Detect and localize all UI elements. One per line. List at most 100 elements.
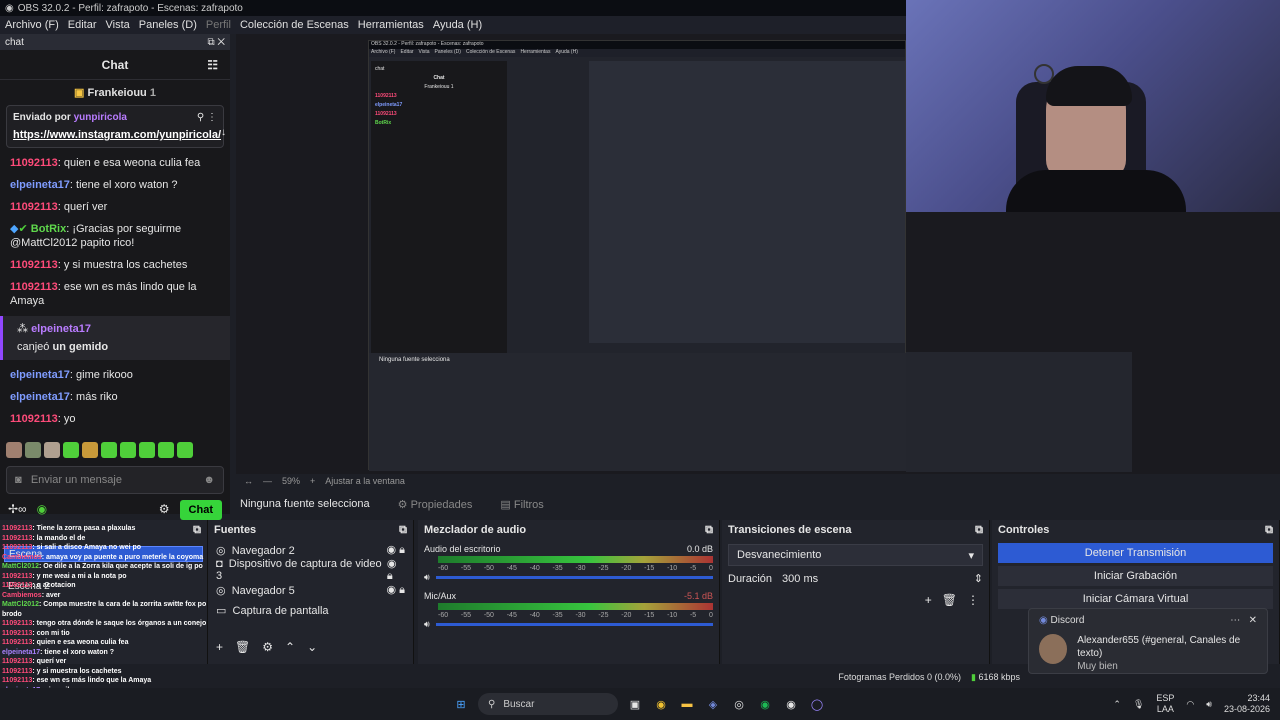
msg-user[interactable]: 11092113 (10, 157, 58, 169)
source-item[interactable]: ▭ Captura de pantalla (208, 600, 413, 620)
close-icon[interactable]: ✕ (1249, 615, 1257, 626)
spotify-icon[interactable]: ◉ (756, 695, 774, 713)
dock-float-icon[interactable]: ⧉ (705, 524, 713, 537)
emote-icon[interactable] (101, 442, 117, 458)
chevron-up-icon[interactable]: ⌃ (1113, 699, 1121, 710)
more-icon[interactable]: ⋯ (1230, 615, 1240, 626)
msg-user[interactable]: elpeineta17 (10, 179, 70, 191)
pinned-user[interactable]: yunpiricola (74, 112, 127, 123)
settings-gear-icon[interactable]: ⚙ (159, 502, 170, 516)
menu-coleccion[interactable]: Colección de Escenas (240, 19, 349, 31)
points-icon[interactable]: ✢∞ (8, 502, 27, 516)
menu-herramientas[interactable]: Herramientas (358, 19, 424, 31)
chevron-down-icon[interactable]: ↓ (221, 127, 226, 138)
more-icon[interactable]: ⋮ (967, 593, 979, 607)
msg-user[interactable]: 11092113 (10, 281, 58, 293)
folder-icon[interactable]: ▬ (678, 695, 696, 713)
kick-icon[interactable]: ◉ (37, 502, 47, 516)
speaker-icon[interactable]: 🔊︎ (424, 619, 430, 630)
menu-paneles[interactable]: Paneles (D) (139, 19, 197, 31)
chrome-icon[interactable]: ◉ (652, 695, 670, 713)
dock-float-icon[interactable]: ⧉ (1265, 524, 1273, 537)
down-icon[interactable]: ⌄ (307, 640, 317, 654)
more-icon[interactable]: ⋮ (207, 112, 217, 123)
menu-perfil[interactable]: Perfil (206, 19, 231, 31)
trash-icon[interactable]: 🗑︎ (942, 593, 957, 607)
transition-select[interactable]: Desvanecimiento ▾ (728, 544, 983, 566)
volume-slider[interactable] (435, 576, 713, 579)
stop-stream-button[interactable]: Detener Transmisión (998, 543, 1273, 563)
msg-user[interactable]: 11092113 (10, 201, 58, 213)
duration-input[interactable]: 300 ms (782, 573, 964, 585)
msg-user[interactable]: 11092113 (10, 413, 58, 425)
lock-icon[interactable]: 🔒︎ (399, 544, 405, 556)
trash-icon[interactable]: 🗑︎ (235, 640, 250, 654)
dock-float-icon[interactable]: ⧉ (399, 524, 407, 537)
emote-icon[interactable] (6, 442, 22, 458)
eye-icon[interactable]: ◉ (387, 558, 397, 570)
start-recording-button[interactable]: Iniciar Grabación (998, 566, 1273, 586)
pin-icon[interactable]: ⚲ (197, 112, 204, 123)
mic-icon[interactable]: 🎙︎ (1133, 699, 1144, 710)
emote-icon[interactable] (25, 442, 41, 458)
add-icon[interactable]: + (216, 640, 223, 654)
lock-icon[interactable]: 🔒︎ (387, 570, 393, 582)
emote-icon[interactable] (120, 442, 136, 458)
language-indicator[interactable]: ESP LAA (1156, 693, 1174, 715)
start-virtual-cam-button[interactable]: Iniciar Cámara Virtual (998, 589, 1273, 609)
volume-slider[interactable] (435, 623, 713, 626)
fit-window[interactable]: Ajustar a la ventana (325, 476, 405, 486)
emoji-icon[interactable]: ☻ (203, 474, 215, 486)
zoom-plus[interactable]: + (310, 476, 315, 486)
wifi-icon[interactable]: ◠ (1186, 699, 1194, 710)
menu-vista[interactable]: Vista (106, 19, 130, 31)
scene-item[interactable]: Escena (4, 546, 203, 562)
emote-icon[interactable] (158, 442, 174, 458)
task-view-icon[interactable]: ▣ (626, 695, 644, 713)
menu-archivo[interactable]: Archivo (F) (5, 19, 59, 31)
msg-user[interactable]: elpeineta17 (10, 369, 70, 381)
redeem-user[interactable]: elpeineta17 (31, 323, 91, 335)
emote-icon[interactable] (82, 442, 98, 458)
pinned-link[interactable]: https://www.instagram.com/yunpiricola/ (13, 129, 221, 141)
dock-float-icon[interactable]: ⧉ (193, 524, 201, 537)
discord-notification[interactable]: ◉ Discord ⋯ ✕ Alexander655 (#general, Can… (1028, 608, 1268, 674)
zoom-minus[interactable]: — (263, 476, 272, 486)
msg-user[interactable]: 11092113 (10, 259, 58, 271)
obs-app-icon[interactable]: ◉ (782, 695, 800, 713)
emote-icon[interactable] (177, 442, 193, 458)
volume-icon[interactable]: 🔊︎ (1206, 699, 1212, 710)
users-icon[interactable]: ☷ (207, 58, 218, 72)
emote-icon[interactable] (44, 442, 60, 458)
discord-app-icon[interactable]: ◈ (704, 695, 722, 713)
menu-editar[interactable]: Editar (68, 19, 97, 31)
lock-icon[interactable]: 🔒︎ (399, 584, 405, 596)
chat-send-button[interactable]: Chat (179, 500, 222, 520)
chat-input[interactable]: ◙ Enviar un mensaje ☻ (6, 466, 224, 494)
up-icon[interactable]: ⌃ (285, 640, 295, 654)
scene-item[interactable]: Escena 2 (4, 578, 203, 594)
dock-float-icon[interactable]: ⧉ (975, 524, 983, 537)
emote-icon[interactable] (63, 442, 79, 458)
properties-button[interactable]: Propiedades (411, 499, 473, 511)
taskbar-search[interactable]: ⚲ Buscar (478, 693, 618, 715)
source-item[interactable]: ◎ Navegador 2 ◉ 🔒︎ (208, 540, 413, 560)
steam-icon[interactable]: ◎ (730, 695, 748, 713)
source-item[interactable]: ◎ Navegador 5 ◉ 🔒︎ (208, 580, 413, 600)
speaker-icon[interactable]: 🔊︎ (424, 572, 430, 583)
eye-icon[interactable]: ◉ (386, 584, 396, 596)
arrows-icon[interactable]: ↔ (244, 476, 253, 486)
add-icon[interactable]: + (925, 593, 932, 607)
msg-user[interactable]: BotRix (31, 223, 66, 235)
filters-button[interactable]: Filtros (514, 499, 544, 511)
clock[interactable]: 23:44 23-08-2026 (1224, 693, 1270, 715)
stepper-icon[interactable]: ⇕ (974, 572, 983, 585)
emote-icon[interactable] (139, 442, 155, 458)
eye-icon[interactable]: ◉ (386, 544, 396, 556)
windows-start-icon[interactable]: ⊞ (452, 695, 470, 713)
menu-ayuda[interactable]: Ayuda (H) (433, 19, 482, 31)
msg-user[interactable]: elpeineta17 (10, 391, 70, 403)
app-icon[interactable]: ◯ (808, 695, 826, 713)
close-icon[interactable]: ✕ (217, 37, 225, 48)
gear-icon[interactable]: ⚙ (262, 640, 273, 654)
